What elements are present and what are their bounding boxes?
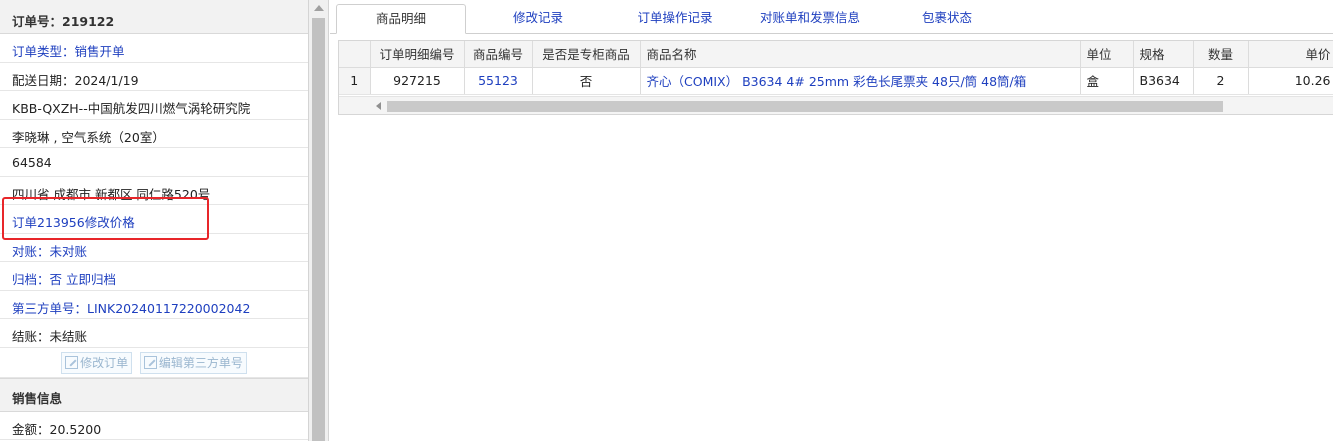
order-action-buttons: 修改订单 编辑第三方单号 <box>0 348 308 378</box>
delivery-date-row: 配送日期：2024/1/19 <box>0 63 308 91</box>
table-row[interactable]: 1 927215 55123 否 齐心（COMIX） B3634 4# 25mm… <box>339 67 1333 95</box>
sales-info-header: 销售信息 <box>0 377 308 412</box>
grid-horizontal-scrollbar[interactable] <box>339 96 1333 114</box>
order-type-row: 订单类型：销售开单 <box>0 34 308 63</box>
detail-tabs: 商品明细 修改记录 订单操作记录 对账单和发票信息 包裹状态 <box>330 0 1333 34</box>
product-name-link[interactable]: 齐心（COMIX） B3634 4# 25mm 彩色长尾票夹 48只/筒 48筒… <box>640 67 1081 95</box>
detail-content-panel: 商品明细 修改记录 订单操作记录 对账单和发票信息 包裹状态 订单明细编号 商品… <box>330 0 1333 441</box>
amount-row: 金额：20.5200 <box>0 412 308 440</box>
edit-third-party-number-button[interactable]: 编辑第三方单号 <box>139 351 247 374</box>
is-counter-cell: 否 <box>532 67 641 95</box>
column-header[interactable]: 数量 <box>1193 41 1249 68</box>
horizontal-scrollbar-thumb[interactable] <box>387 101 1223 112</box>
tab-product-details[interactable]: 商品明细 <box>336 4 466 34</box>
unit-price-cell: 10.26 <box>1248 67 1333 95</box>
scrollbar-thumb[interactable] <box>312 18 325 441</box>
scroll-left-arrow-icon[interactable] <box>376 102 381 110</box>
column-header[interactable]: 规格 <box>1133 41 1194 68</box>
customer-company-row: KBB-QXZH--中国航发四川燃气涡轮研究院 <box>0 91 308 120</box>
tab-order-operation-log[interactable]: 订单操作记录 <box>616 4 734 34</box>
third-party-number-row[interactable]: 第三方单号：LINK20240117220002042 <box>0 291 308 319</box>
column-header[interactable]: 是否是专柜商品 <box>532 41 641 68</box>
product-id-link[interactable]: 55123 <box>464 67 533 95</box>
edit-icon <box>143 355 157 369</box>
edit-order-button[interactable]: 修改订单 <box>61 351 133 374</box>
archive-status-row[interactable]: 归档：否 立即归档 <box>0 262 308 291</box>
order-detail-window: 订单号：219122 订单类型：销售开单 配送日期：2024/1/19 KBB-… <box>0 0 1333 441</box>
settlement-status-row: 结账：未结账 <box>0 319 308 348</box>
quantity-cell: 2 <box>1193 67 1249 95</box>
column-header[interactable]: 商品编号 <box>464 41 533 68</box>
tab-change-log[interactable]: 修改记录 <box>482 4 594 34</box>
product-table: 订单明细编号 商品编号 是否是专柜商品 商品名称 单位 规格 数量 单价 1 9… <box>339 41 1333 95</box>
tab-statement-invoice[interactable]: 对账单和发票信息 <box>740 4 880 34</box>
spec-cell: B3634 <box>1133 67 1194 95</box>
unit-cell: 盒 <box>1080 67 1134 95</box>
table-header-row: 订单明细编号 商品编号 是否是专柜商品 商品名称 单位 规格 数量 单价 <box>339 41 1333 68</box>
tab-package-status[interactable]: 包裹状态 <box>902 4 992 34</box>
edit-order-label: 修改订单 <box>80 355 129 370</box>
row-number-header <box>339 41 371 68</box>
column-header[interactable]: 订单明细编号 <box>370 41 465 68</box>
column-header[interactable]: 单价 <box>1248 41 1333 68</box>
row-number: 1 <box>339 67 371 95</box>
column-header[interactable]: 单位 <box>1080 41 1134 68</box>
column-header[interactable]: 商品名称 <box>640 41 1081 68</box>
scroll-up-arrow-icon[interactable] <box>314 5 324 11</box>
detail-id-cell: 927215 <box>370 67 465 95</box>
product-detail-grid: 订单明细编号 商品编号 是否是专柜商品 商品名称 单位 规格 数量 单价 1 9… <box>338 40 1333 115</box>
order-info-panel: 订单号：219122 订单类型：销售开单 配送日期：2024/1/19 KBB-… <box>0 0 309 441</box>
red-highlight-box <box>2 197 209 240</box>
left-panel-scrollbar[interactable] <box>309 0 329 441</box>
contact-person-row: 李晓琳 , 空气系统（20室） <box>0 120 308 148</box>
edit-third-party-label: 编辑第三方单号 <box>158 355 243 370</box>
order-number-header: 订单号：219122 <box>0 0 308 34</box>
edit-icon <box>65 355 79 369</box>
phone-row: 64584 <box>0 148 308 177</box>
